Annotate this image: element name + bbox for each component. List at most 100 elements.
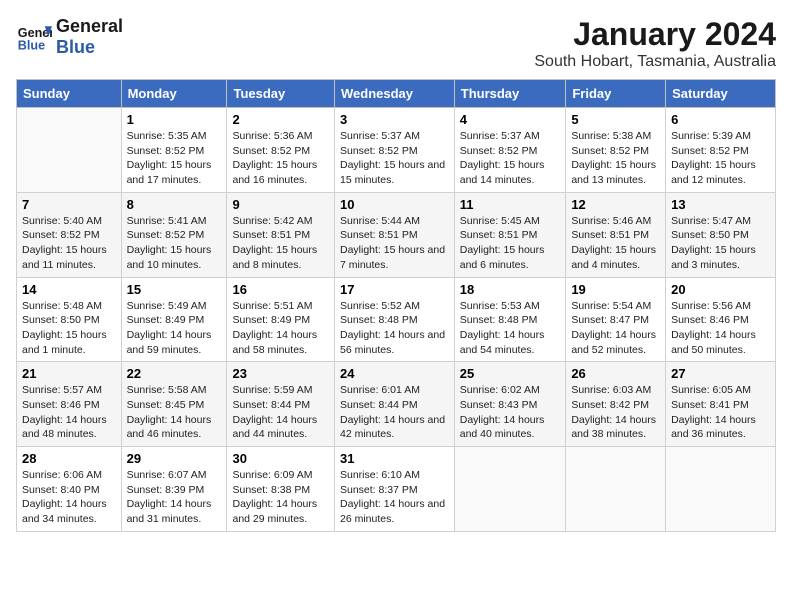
calendar-cell: 13Sunrise: 5:47 AMSunset: 8:50 PMDayligh… <box>666 192 776 277</box>
cell-info: Sunrise: 5:53 AMSunset: 8:48 PMDaylight:… <box>460 299 561 358</box>
day-number: 12 <box>571 197 660 212</box>
calendar-cell: 12 Sunrise: 5:46 AMSunset: 8:51 PMDayligh… <box>566 192 666 277</box>
day-number: 26 <box>571 366 660 381</box>
day-number: 22 <box>127 366 222 381</box>
subtitle: South Hobart, Tasmania, Australia <box>534 53 776 71</box>
logo-blue: Blue <box>56 37 123 58</box>
main-title: January 2024 <box>534 16 776 53</box>
day-number: 10 <box>340 197 449 212</box>
calendar-cell: 8Sunrise: 5:41 AMSunset: 8:52 PMDaylight… <box>121 192 227 277</box>
day-number: 9 <box>232 197 329 212</box>
day-number: 7 <box>22 197 116 212</box>
calendar-cell: 5 Sunrise: 5:38 AMSunset: 8:52 PMDaylight… <box>566 108 666 193</box>
calendar-cell: 24 Sunrise: 6:01 AMSunset: 8:44 PMDayligh… <box>334 362 454 447</box>
cell-info: Sunrise: 5:44 AMSunset: 8:51 PMDaylight:… <box>340 214 449 273</box>
cell-info: Sunrise: 6:05 AMSunset: 8:41 PMDaylight:… <box>671 383 770 442</box>
calendar-cell: 29 Sunrise: 6:07 AMSunset: 8:39 PMDayligh… <box>121 447 227 532</box>
week-row: 1 Sunrise: 5:35 AMSunset: 8:52 PMDaylight… <box>17 108 776 193</box>
column-header-monday: Monday <box>121 80 227 108</box>
column-header-thursday: Thursday <box>454 80 566 108</box>
logo: General Blue General Blue <box>16 16 123 58</box>
calendar-cell: 4 Sunrise: 5:37 AMSunset: 8:52 PMDaylight… <box>454 108 566 193</box>
calendar-cell: 15 Sunrise: 5:49 AMSunset: 8:49 PMDayligh… <box>121 277 227 362</box>
calendar-cell <box>666 447 776 532</box>
calendar-cell: 19 Sunrise: 5:54 AMSunset: 8:47 PMDayligh… <box>566 277 666 362</box>
day-number: 30 <box>232 451 329 466</box>
page-header: General Blue General Blue January 2024 S… <box>16 16 776 71</box>
calendar-cell: 1 Sunrise: 5:35 AMSunset: 8:52 PMDaylight… <box>121 108 227 193</box>
day-number: 2 <box>232 112 329 127</box>
day-number: 8 <box>127 197 222 212</box>
day-number: 16 <box>232 282 329 297</box>
cell-info: Sunrise: 5:48 AMSunset: 8:50 PMDaylight:… <box>22 299 116 358</box>
calendar-cell: 17Sunrise: 5:52 AMSunset: 8:48 PMDayligh… <box>334 277 454 362</box>
logo-icon: General Blue <box>16 19 52 55</box>
calendar-cell: 7Sunrise: 5:40 AMSunset: 8:52 PMDaylight… <box>17 192 122 277</box>
cell-info: Sunrise: 5:37 AMSunset: 8:52 PMDaylight:… <box>340 129 449 188</box>
calendar-cell: 6Sunrise: 5:39 AMSunset: 8:52 PMDaylight… <box>666 108 776 193</box>
calendar-cell <box>17 108 122 193</box>
day-number: 29 <box>127 451 222 466</box>
cell-info: Sunrise: 6:09 AMSunset: 8:38 PMDaylight:… <box>232 468 329 527</box>
cell-info: Sunrise: 5:37 AMSunset: 8:52 PMDaylight:… <box>460 129 561 188</box>
calendar-cell: 11 Sunrise: 5:45 AMSunset: 8:51 PMDayligh… <box>454 192 566 277</box>
calendar-cell: 10 Sunrise: 5:44 AMSunset: 8:51 PMDayligh… <box>334 192 454 277</box>
calendar-cell: 25Sunrise: 6:02 AMSunset: 8:43 PMDayligh… <box>454 362 566 447</box>
cell-info: Sunrise: 5:52 AMSunset: 8:48 PMDaylight:… <box>340 299 449 358</box>
column-header-tuesday: Tuesday <box>227 80 335 108</box>
day-number: 25 <box>460 366 561 381</box>
cell-info: Sunrise: 5:36 AMSunset: 8:52 PMDaylight:… <box>232 129 329 188</box>
cell-info: Sunrise: 6:01 AMSunset: 8:44 PMDaylight:… <box>340 383 449 442</box>
week-row: 21 Sunrise: 5:57 AMSunset: 8:46 PMDayligh… <box>17 362 776 447</box>
day-number: 11 <box>460 197 561 212</box>
day-number: 13 <box>671 197 770 212</box>
calendar-table: SundayMondayTuesdayWednesdayThursdayFrid… <box>16 79 776 532</box>
day-number: 20 <box>671 282 770 297</box>
day-number: 5 <box>571 112 660 127</box>
day-number: 3 <box>340 112 449 127</box>
day-number: 15 <box>127 282 222 297</box>
column-header-sunday: Sunday <box>17 80 122 108</box>
header-row: SundayMondayTuesdayWednesdayThursdayFrid… <box>17 80 776 108</box>
cell-info: Sunrise: 5:46 AMSunset: 8:51 PMDaylight:… <box>571 214 660 273</box>
calendar-cell: 28Sunrise: 6:06 AMSunset: 8:40 PMDayligh… <box>17 447 122 532</box>
day-number: 28 <box>22 451 116 466</box>
cell-info: Sunrise: 5:58 AMSunset: 8:45 PMDaylight:… <box>127 383 222 442</box>
calendar-cell: 3 Sunrise: 5:37 AMSunset: 8:52 PMDaylight… <box>334 108 454 193</box>
calendar-cell: 21 Sunrise: 5:57 AMSunset: 8:46 PMDayligh… <box>17 362 122 447</box>
calendar-cell: 31Sunrise: 6:10 AMSunset: 8:37 PMDayligh… <box>334 447 454 532</box>
day-number: 4 <box>460 112 561 127</box>
cell-info: Sunrise: 5:54 AMSunset: 8:47 PMDaylight:… <box>571 299 660 358</box>
cell-info: Sunrise: 6:07 AMSunset: 8:39 PMDaylight:… <box>127 468 222 527</box>
day-number: 19 <box>571 282 660 297</box>
cell-info: Sunrise: 5:35 AMSunset: 8:52 PMDaylight:… <box>127 129 222 188</box>
calendar-cell: 20 Sunrise: 5:56 AMSunset: 8:46 PMDayligh… <box>666 277 776 362</box>
day-number: 27 <box>671 366 770 381</box>
day-number: 24 <box>340 366 449 381</box>
cell-info: Sunrise: 5:57 AMSunset: 8:46 PMDaylight:… <box>22 383 116 442</box>
cell-info: Sunrise: 5:45 AMSunset: 8:51 PMDaylight:… <box>460 214 561 273</box>
calendar-cell: 2 Sunrise: 5:36 AMSunset: 8:52 PMDaylight… <box>227 108 335 193</box>
day-number: 21 <box>22 366 116 381</box>
cell-info: Sunrise: 6:10 AMSunset: 8:37 PMDaylight:… <box>340 468 449 527</box>
week-row: 28Sunrise: 6:06 AMSunset: 8:40 PMDayligh… <box>17 447 776 532</box>
calendar-cell: 18 Sunrise: 5:53 AMSunset: 8:48 PMDayligh… <box>454 277 566 362</box>
cell-info: Sunrise: 5:39 AMSunset: 8:52 PMDaylight:… <box>671 129 770 188</box>
calendar-cell: 22 Sunrise: 5:58 AMSunset: 8:45 PMDayligh… <box>121 362 227 447</box>
calendar-cell: 30 Sunrise: 6:09 AMSunset: 8:38 PMDayligh… <box>227 447 335 532</box>
cell-info: Sunrise: 5:56 AMSunset: 8:46 PMDaylight:… <box>671 299 770 358</box>
day-number: 18 <box>460 282 561 297</box>
day-number: 1 <box>127 112 222 127</box>
cell-info: Sunrise: 5:38 AMSunset: 8:52 PMDaylight:… <box>571 129 660 188</box>
calendar-cell: 26 Sunrise: 6:03 AMSunset: 8:42 PMDayligh… <box>566 362 666 447</box>
cell-info: Sunrise: 5:51 AMSunset: 8:49 PMDaylight:… <box>232 299 329 358</box>
column-header-saturday: Saturday <box>666 80 776 108</box>
calendar-cell: 27 Sunrise: 6:05 AMSunset: 8:41 PMDayligh… <box>666 362 776 447</box>
svg-text:Blue: Blue <box>18 39 45 53</box>
cell-info: Sunrise: 6:03 AMSunset: 8:42 PMDaylight:… <box>571 383 660 442</box>
week-row: 14 Sunrise: 5:48 AMSunset: 8:50 PMDayligh… <box>17 277 776 362</box>
day-number: 14 <box>22 282 116 297</box>
column-header-friday: Friday <box>566 80 666 108</box>
cell-info: Sunrise: 5:49 AMSunset: 8:49 PMDaylight:… <box>127 299 222 358</box>
day-number: 23 <box>232 366 329 381</box>
